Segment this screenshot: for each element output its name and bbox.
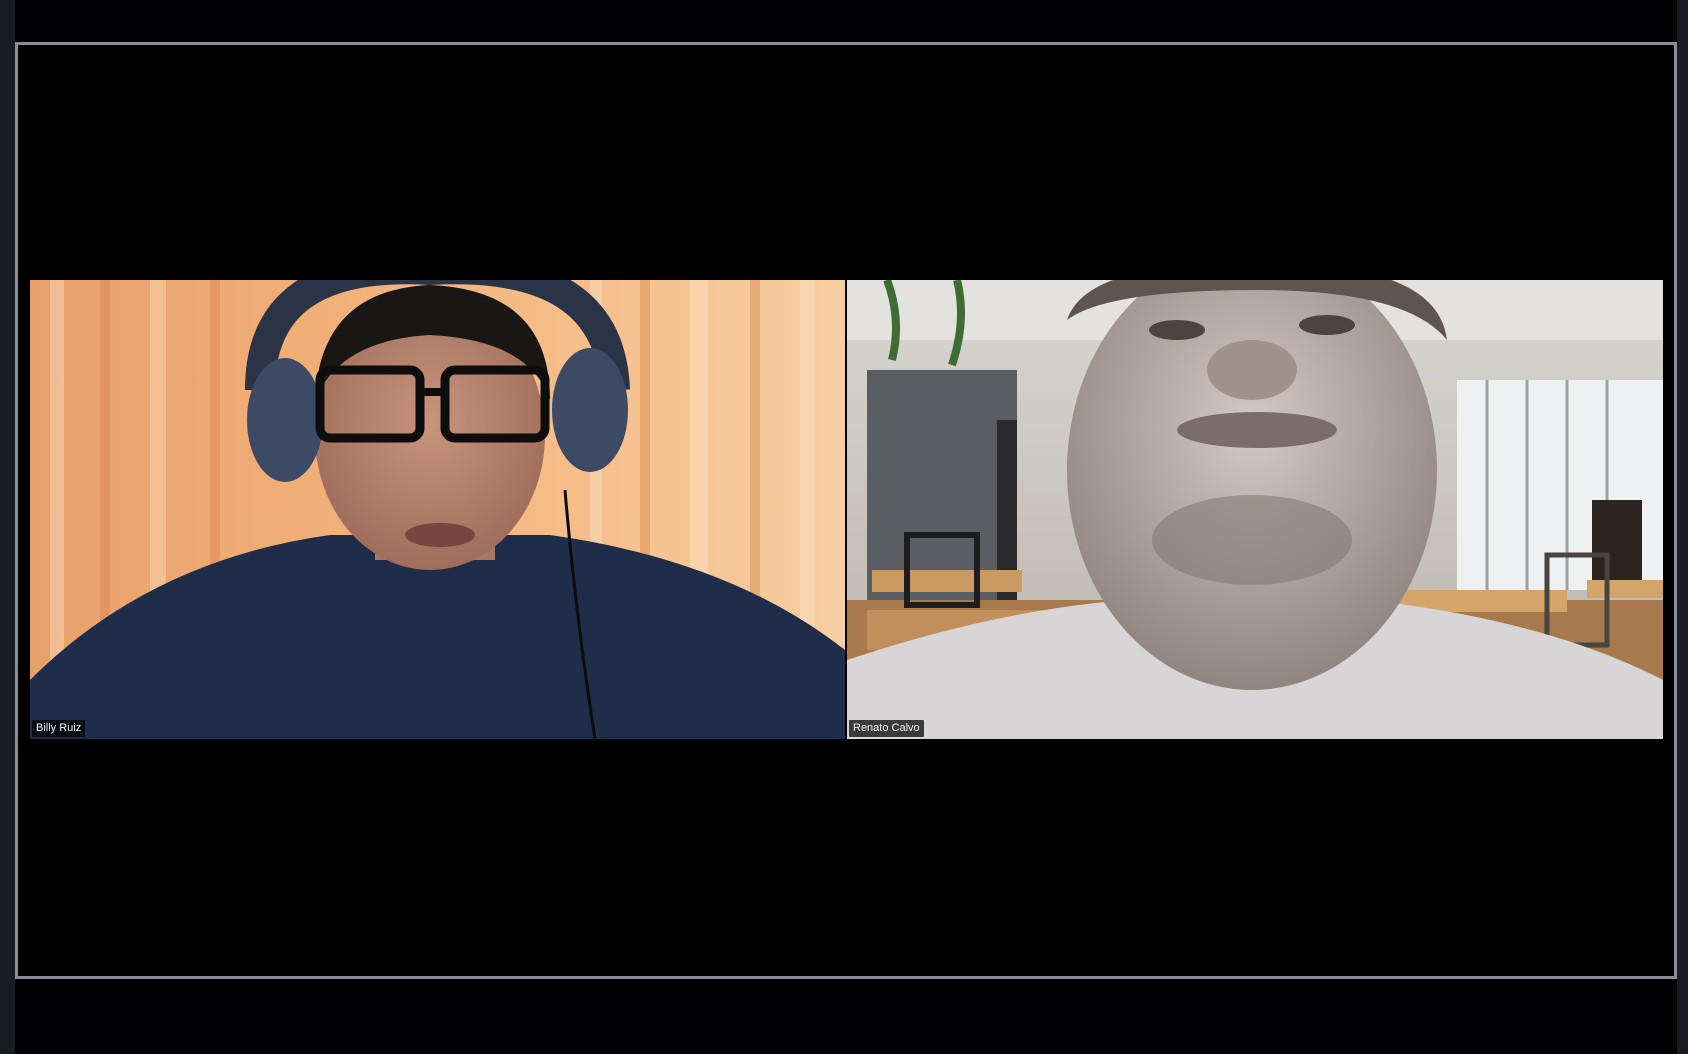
participant-name-label: Billy Ruiz: [32, 720, 86, 737]
participant-video-tile[interactable]: Renato Calvo: [847, 280, 1663, 739]
participant-video-feed: [847, 280, 1663, 739]
meeting-screen: Billy Ruiz Renato Calvo: [0, 0, 1688, 1054]
window-edge-left: [0, 0, 15, 1054]
participant-video-feed: [30, 280, 845, 739]
participant-name-label: Renato Calvo: [849, 720, 924, 737]
participant-video-tile[interactable]: Billy Ruiz: [30, 280, 845, 739]
window-edge-right: [1677, 0, 1688, 1054]
